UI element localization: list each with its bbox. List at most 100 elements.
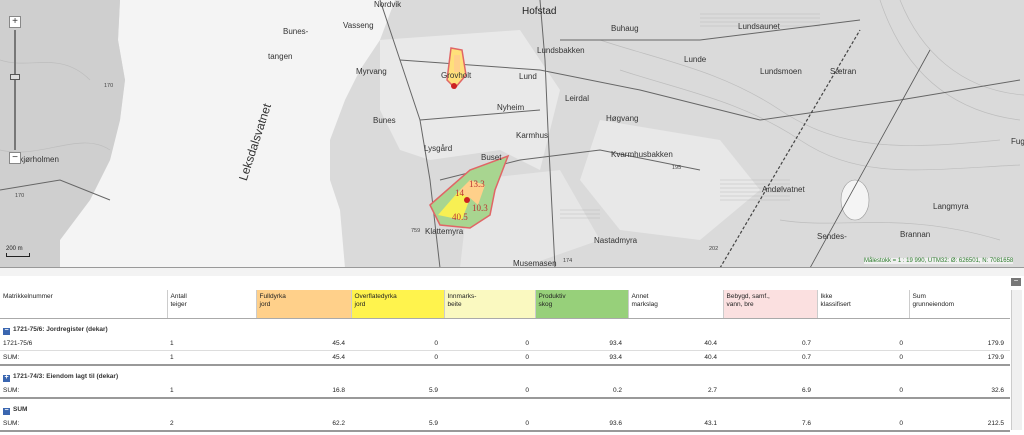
column-header-sublabel: klassifisert [820,301,851,308]
value-cell: 5.9 [351,384,444,399]
group-row[interactable]: −1721-75/6: Jordregister (dekar) [0,318,1010,337]
value-cell: 40.4 [628,350,723,366]
value-cell: 0 [817,350,909,366]
map-label: Fuglie [1011,137,1024,146]
map-label: Karmhus [516,131,549,140]
expand-toggle-icon[interactable]: − [3,327,10,335]
collapse-panel-button[interactable]: − [1011,277,1021,286]
column-header[interactable]: Annet markslag [627,290,723,319]
map-label: 170 [15,193,25,199]
table-header-row: Matrikkelnummer Antall teiger Fulldyrka jord… [0,290,1010,319]
value-cell: 0.2 [535,384,628,399]
value-cell: 93.4 [535,350,628,366]
value-cell: 16.8 [256,384,351,399]
column-header[interactable]: Sum grunneiendom [908,290,1010,319]
scale-coordinate-readout: Målestokk = 1 : 19 990, UTM32: Ø: 626501… [864,258,1014,264]
column-header-sublabel: teiger [170,301,187,308]
column-header-label: Bebygd, samf., [726,293,770,300]
value-cell: 43.1 [628,417,723,432]
map-label: Leirdal [565,94,590,103]
value-cell: 179.9 [909,350,1010,366]
column-header-label: Antall [170,293,187,300]
value-cell: 0 [817,337,909,351]
parcel-label: 40.5 [452,212,468,222]
column-header-label: Produktiv [538,293,566,300]
scale-bar: 200 m [6,246,30,257]
expand-toggle-icon[interactable]: + [3,374,10,382]
matrikkel-cell: 1721-75/6 [0,337,167,351]
value-cell: 0 [351,337,444,351]
column-header[interactable]: Fulldyrka jord [255,290,351,319]
map-label: tangen [268,52,293,61]
map-label: 170 [104,83,114,89]
map-label: Lundsmoen [760,67,802,76]
column-header[interactable]: Matrikkelnummer [0,290,167,319]
map-label: Nyheim [497,103,525,112]
value-cell: 1 [167,384,256,399]
column-header-sublabel: beite [447,301,462,308]
map-label: Hofstad [522,6,557,17]
value-cell: 93.6 [535,417,628,432]
group-row[interactable]: − SUM [0,398,1010,417]
value-cell: 2 [167,417,256,432]
zoom-in-button[interactable]: + [9,16,21,28]
map-label: Brannan [900,230,931,239]
map-label: Bunes- [283,27,309,36]
parcel-label: 14 [455,188,464,198]
column-header-label: Fulldyrka [259,293,286,300]
map-label: Buhaug [611,24,639,33]
column-header-label: Overflatedyrka [354,293,397,300]
column-header-sublabel: jord [354,301,366,308]
sum-row: SUM: 2 62.2 5.9 0 93.6 43.1 7.6 0 212.5 [0,417,1010,432]
column-header[interactable]: Overflatedyrka jord [350,290,444,319]
column-header[interactable]: Ikke klassifisert [816,290,909,319]
panel-splitter[interactable] [0,268,1024,276]
sum-row: SUM: 1 16.8 5.9 0 0.2 2.7 6.9 0 32.6 [0,384,1010,399]
value-cell: 32.6 [909,384,1010,399]
column-header-label: Innmarks- [447,293,477,300]
panel-scrollbar[interactable] [1011,290,1022,430]
zoom-control: + − [9,16,21,166]
map-label: Grovholt [441,71,472,80]
group-row[interactable]: +1721-74/3: Eiendom lagt til (dekar) [0,365,1010,384]
zoom-slider-track[interactable] [14,30,16,150]
column-header[interactable]: Antall teiger [166,290,256,319]
map-label: Sætran [830,67,857,76]
value-cell: 0 [351,350,444,366]
column-header-sublabel: skog [538,301,553,308]
column-header[interactable]: Bebygd, samf., vann, bre [722,290,817,319]
expand-toggle-icon[interactable]: − [3,407,10,415]
column-header-sublabel: jord [259,301,271,308]
group-cell: −1721-75/6: Jordregister (dekar) [0,318,1010,337]
value-cell: 0 [444,350,535,366]
value-cell: 7.6 [723,417,817,432]
map-view[interactable]: Nordvik Hofstad Bunes- tangen Vasseng Bu… [0,0,1024,268]
map-label: Klattemyra [425,227,464,236]
value-cell: 0 [817,417,909,432]
value-cell: 1 [167,350,256,366]
group-title: 1721-74/3: Eiendom lagt til (dekar) [13,372,119,380]
value-cell: 5.9 [351,417,444,432]
value-cell: 0.7 [723,337,817,351]
map-label: Lysgård [424,144,453,153]
map-label: Andølvatnet [762,185,805,194]
group-title: SUM [13,405,28,413]
map-label: Musemasen [513,259,557,268]
map-label: Lund [519,72,537,81]
value-cell: 40.4 [628,337,723,351]
parcel-label: 10.3 [472,203,488,213]
column-header-label: Matrikkelnummer [3,293,53,300]
zoom-out-button[interactable]: − [9,152,21,164]
map-label: Nastadmyra [594,236,638,245]
column-header-sublabel: markslag [631,301,658,308]
group-cell: − SUM [0,398,1010,417]
column-header[interactable]: Produktiv skog [534,290,628,319]
map-label: Lundsbakken [537,46,585,55]
value-cell: 212.5 [909,417,1010,432]
scale-bar-label: 200 m [6,246,23,252]
map-label: Lundsaunet [738,22,780,31]
column-header[interactable]: Innmarks-beite [443,290,535,319]
zoom-slider-handle[interactable] [10,74,20,80]
map-label: Lunde [684,55,707,64]
parcel-marker [464,197,470,203]
